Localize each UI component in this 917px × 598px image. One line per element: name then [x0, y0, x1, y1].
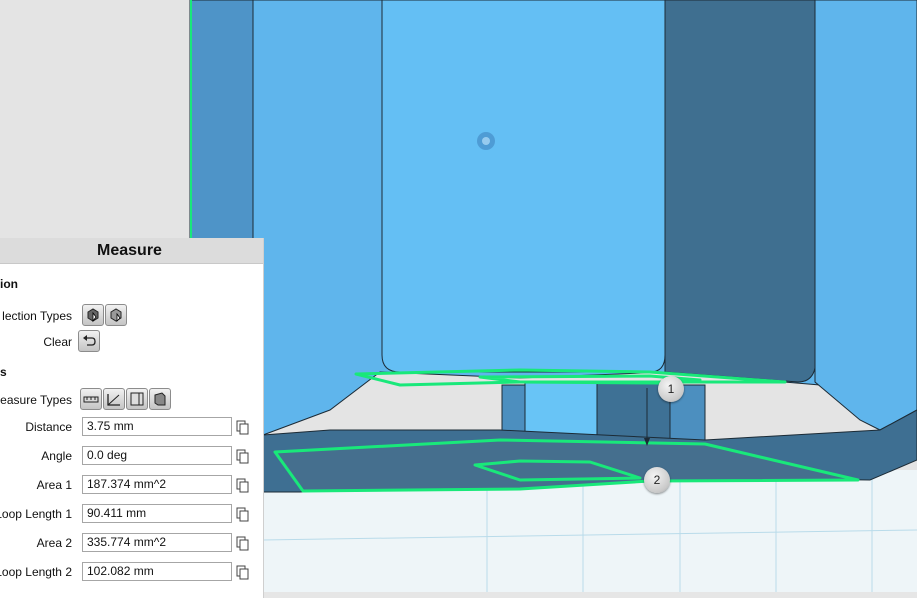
copy-icon[interactable]: [236, 507, 250, 522]
measure-types-label: easure Types: [0, 393, 72, 407]
loop-length-2-label: Loop Length 2: [0, 565, 72, 579]
selection-section-header: tion: [0, 277, 18, 291]
measure-point-1-marker[interactable]: 1: [658, 376, 684, 402]
area-1-label: Area 1: [36, 478, 72, 492]
loop-length-2-field[interactable]: 102.082 mm: [82, 562, 232, 581]
copy-icon[interactable]: [236, 420, 250, 435]
area-2-label: Area 2: [36, 536, 72, 550]
measure-distance-button[interactable]: [80, 388, 102, 410]
measure-point-2-marker[interactable]: 2: [644, 467, 670, 493]
angle-label: Angle: [41, 449, 72, 463]
measure-volume-button[interactable]: [149, 388, 171, 410]
selection-types-label: lection Types: [2, 309, 72, 323]
clear-button[interactable]: [78, 330, 100, 352]
select-solid-button[interactable]: [82, 304, 104, 326]
distance-field[interactable]: 3.75 mm: [82, 417, 232, 436]
distance-label: Distance: [25, 420, 72, 434]
area-icon: [130, 392, 144, 406]
undo-arrow-icon: [83, 335, 96, 346]
ruler-icon: [83, 396, 99, 403]
face-cursor-icon: [110, 308, 122, 322]
cube-cursor-icon: [87, 308, 99, 323]
loop-length-1-label: Loop Length 1: [0, 507, 72, 521]
copy-icon[interactable]: [236, 536, 250, 551]
area-1-field[interactable]: 187.374 mm^2: [82, 475, 232, 494]
copy-icon[interactable]: [236, 478, 250, 493]
measure-angle-button[interactable]: [103, 388, 125, 410]
clear-label: Clear: [43, 335, 72, 349]
select-face-button[interactable]: [105, 304, 127, 326]
results-section-header: ts: [0, 365, 7, 379]
area-2-field[interactable]: 335.774 mm^2: [82, 533, 232, 552]
angle-field[interactable]: 0.0 deg: [82, 446, 232, 465]
panel-title: Measure: [0, 238, 263, 264]
copy-icon[interactable]: [236, 565, 250, 580]
measure-panel: Measure tion lection Types Clear ts easu…: [0, 238, 264, 598]
copy-icon[interactable]: [236, 449, 250, 464]
angle-icon: [107, 394, 120, 406]
measure-area-button[interactable]: [126, 388, 148, 410]
volume-icon: [154, 392, 166, 406]
loop-length-1-field[interactable]: 90.411 mm: [82, 504, 232, 523]
